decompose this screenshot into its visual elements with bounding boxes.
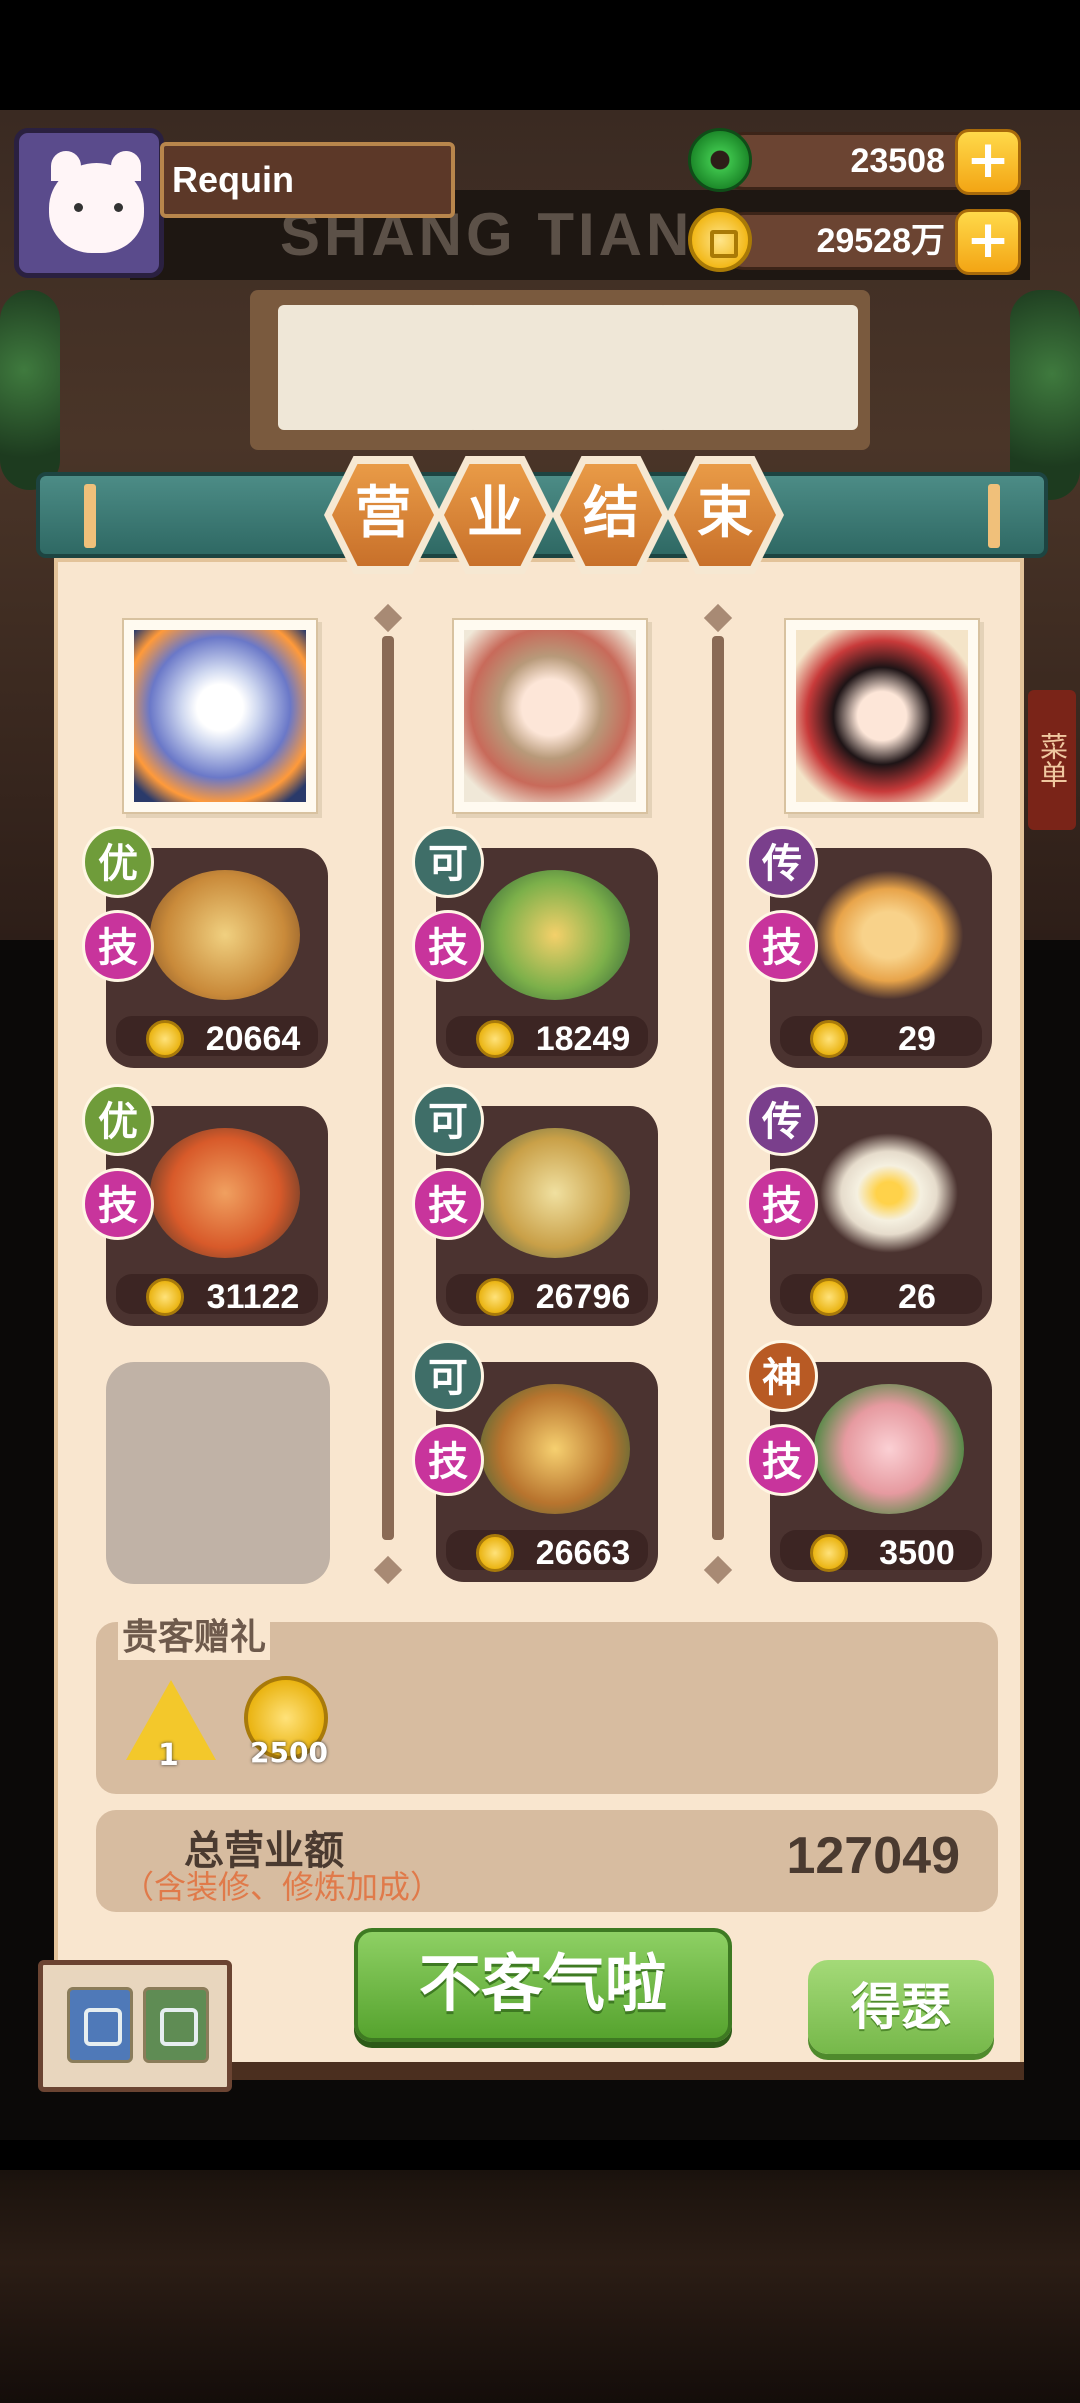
dish-price: 31122 [206, 1278, 300, 1316]
guest-portrait[interactable] [452, 618, 648, 814]
screenshot-icon[interactable] [67, 1987, 133, 2063]
total-sublabel: （含装修、修炼加成） [122, 1868, 443, 1906]
dish-image [480, 1128, 630, 1258]
dish-price: 26 [898, 1278, 936, 1316]
dish-price: 18249 [535, 1020, 631, 1058]
menu-card [658, 305, 858, 430]
status-area [0, 0, 1080, 110]
skill-badge[interactable]: 技 [746, 910, 818, 982]
column-divider [382, 636, 394, 1540]
quick-actions [38, 1960, 232, 2092]
gift-title: 贵客赠礼 [118, 1608, 271, 1660]
dish-image [480, 1384, 630, 1514]
add-jade-button[interactable]: + [955, 129, 1021, 195]
jade-icon [688, 128, 752, 192]
rank-badge: 传 [746, 1084, 818, 1156]
coin-icon [688, 208, 752, 272]
floor-background [0, 2170, 1080, 2403]
skill-badge[interactable]: 技 [82, 910, 154, 982]
skill-badge[interactable]: 技 [82, 1168, 154, 1240]
jade-value: 23508 [850, 142, 945, 180]
player-name: Requin [160, 142, 455, 218]
plant-decoration [1010, 290, 1080, 500]
menu-card [468, 305, 668, 430]
share-button[interactable]: 得瑟 [808, 1960, 994, 2054]
dish-image [150, 870, 300, 1000]
plant-decoration [0, 290, 60, 490]
player-avatar[interactable] [14, 128, 164, 278]
dish-image [814, 870, 964, 1000]
skill-badge[interactable]: 技 [746, 1168, 818, 1240]
jade-counter: 23508 + [716, 129, 1021, 195]
rank-badge: 优 [82, 826, 154, 898]
dish-image [150, 1128, 300, 1258]
coin-value: 29528万 [816, 222, 945, 260]
menu-card [278, 305, 478, 430]
skill-badge[interactable]: 技 [412, 1168, 484, 1240]
dish-image [480, 870, 630, 1000]
rank-badge: 神 [746, 1340, 818, 1412]
guest-portrait[interactable] [784, 618, 980, 814]
rank-badge: 传 [746, 826, 818, 898]
add-coins-button[interactable]: + [955, 209, 1021, 275]
guest-portrait[interactable] [122, 618, 318, 814]
skill-badge[interactable]: 技 [412, 1424, 484, 1496]
menu-side-tab[interactable]: 菜单 [1028, 690, 1076, 830]
dish-image [814, 1384, 964, 1514]
skill-badge[interactable]: 技 [746, 1424, 818, 1496]
dish-image [814, 1128, 964, 1258]
dish-price: 26663 [535, 1534, 631, 1572]
rank-badge: 可 [412, 1340, 484, 1412]
empty-dish-slot [106, 1362, 330, 1584]
record-icon[interactable] [143, 1987, 209, 2063]
dish-price: 20664 [205, 1020, 301, 1058]
coin-counter: 29528万 + [716, 209, 1021, 275]
gift-item-count: 1 [158, 1738, 179, 1773]
column-divider [712, 636, 724, 1540]
confirm-button[interactable]: 不客气啦 [354, 1928, 732, 2042]
gift-coin-amount: 2500 [250, 1736, 328, 1769]
rank-badge: 可 [412, 826, 484, 898]
dish-price: 29 [898, 1020, 936, 1058]
dish-price: 26796 [535, 1278, 631, 1316]
dish-price: 3500 [879, 1534, 955, 1572]
rank-badge: 可 [412, 1084, 484, 1156]
total-value: 127049 [786, 1827, 960, 1885]
rank-badge: 优 [82, 1084, 154, 1156]
skill-badge[interactable]: 技 [412, 910, 484, 982]
